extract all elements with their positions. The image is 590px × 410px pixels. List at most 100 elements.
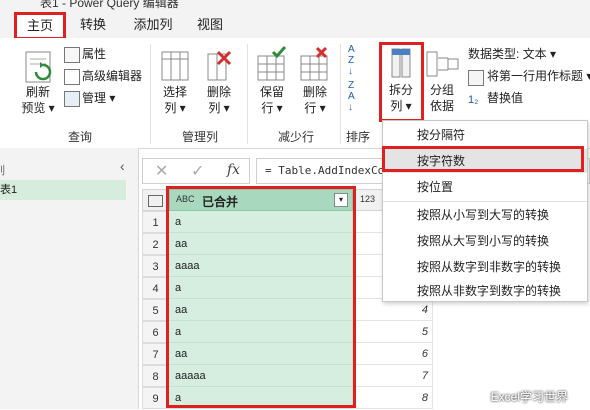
- index-cell[interactable]: 7: [353, 365, 433, 387]
- remove-columns-label-1: 删除: [206, 85, 231, 99]
- text-type-icon[interactable]: ABC: [176, 194, 195, 204]
- keep-rows-button[interactable]: 保留 行 ▾: [252, 84, 292, 116]
- merged-cell[interactable]: aa: [169, 299, 353, 321]
- group-label-reduce-rows: 减少行: [277, 130, 314, 144]
- row-number[interactable]: 9: [142, 387, 169, 409]
- choose-columns-label-2: 列 ▾: [164, 101, 186, 115]
- tab-view[interactable]: 视图: [190, 14, 230, 36]
- sort-ascending-icon[interactable]: A Z ↓: [348, 44, 355, 77]
- properties-button[interactable]: 属性: [82, 45, 106, 63]
- split-column-menu: 按分隔符 按字符数 按位置 按照从小写到大写的转换 按照从大写到小写的转换 按照…: [382, 120, 588, 302]
- ribbon-separator: [150, 44, 151, 144]
- menu-item-lower-to-upper[interactable]: 按照从小写到大写的转换: [383, 203, 587, 227]
- group-by-icon: [426, 51, 459, 77]
- row-number[interactable]: 1: [142, 211, 169, 233]
- row-number[interactable]: 8: [142, 365, 169, 387]
- title-bar: 表1 - Power Query 编辑器: [0, 0, 590, 10]
- queries-pane-edge: 列: [0, 162, 5, 178]
- manage-icon: [64, 91, 80, 107]
- row-number[interactable]: 6: [142, 321, 169, 343]
- grid-corner[interactable]: [142, 189, 169, 211]
- index-cell[interactable]: 6: [353, 343, 433, 365]
- remove-rows-button[interactable]: 删除 行 ▾: [295, 84, 335, 116]
- remove-columns-icon: [207, 50, 232, 81]
- index-cell[interactable]: 8: [353, 387, 433, 409]
- use-first-row-as-headers-button[interactable]: 将第一行用作标题 ▾: [487, 67, 590, 85]
- menu-item-nondigit-to-digit[interactable]: 按照从非数字到数字的转换: [383, 281, 587, 301]
- remove-rows-label-2: 行 ▾: [304, 101, 326, 115]
- refresh-preview-button[interactable]: 刷新 预览 ▾: [16, 84, 60, 116]
- merged-cell[interactable]: aa: [169, 233, 353, 255]
- menu-item-upper-to-lower[interactable]: 按照从大写到小写的转换: [383, 229, 587, 253]
- choose-columns-button[interactable]: 选择 列 ▾: [155, 84, 195, 116]
- sort-descending-icon[interactable]: Z A ↓: [348, 80, 355, 113]
- menu-item-digit-to-nondigit[interactable]: 按照从数字到非数字的转换: [383, 255, 587, 279]
- column-filter-icon[interactable]: ▾: [334, 193, 348, 207]
- menu-divider: [383, 201, 587, 202]
- cancel-formula-icon[interactable]: ✕: [155, 161, 168, 181]
- first-row-header-icon: [468, 70, 484, 86]
- remove-rows-icon: [300, 46, 328, 81]
- table-icon: [148, 195, 163, 207]
- merged-cell[interactable]: a: [169, 387, 353, 409]
- queries-pane: ‹ 列 表1: [0, 148, 139, 409]
- split-column-label-2: 列 ▾: [390, 99, 412, 113]
- refresh-label-1: 刷新: [25, 85, 50, 99]
- merged-cell[interactable]: aa: [169, 343, 353, 365]
- tab-add-column[interactable]: 添加列: [124, 14, 182, 36]
- remove-columns-label-2: 列 ▾: [208, 101, 230, 115]
- group-by-button[interactable]: 分组 依据: [424, 82, 460, 114]
- keep-rows-label-1: 保留: [259, 85, 284, 99]
- group-label-query: 查询: [67, 130, 92, 144]
- commit-formula-icon[interactable]: ✓: [191, 161, 204, 181]
- row-number[interactable]: 2: [142, 233, 169, 255]
- row-number[interactable]: 4: [142, 277, 169, 299]
- data-type-dropdown[interactable]: 数据类型: 文本 ▾: [468, 45, 556, 63]
- group-by-label-2: 依据: [429, 99, 454, 113]
- properties-icon: [64, 47, 80, 63]
- group-by-label-1: 分组: [429, 83, 454, 97]
- row-number[interactable]: 5: [142, 299, 169, 321]
- ribbon-tabs: 主页 转换 添加列 视图: [0, 10, 590, 38]
- fx-icon[interactable]: fx: [227, 162, 240, 178]
- split-column-icon: [391, 48, 411, 78]
- group-label-sort: 排序: [345, 130, 370, 144]
- index-cell[interactable]: 4: [353, 299, 433, 321]
- replace-values-icon: 1₂: [468, 94, 479, 106]
- window-title: 表1 - Power Query 编辑器: [40, 0, 179, 10]
- tab-home[interactable]: 主页: [14, 14, 66, 37]
- menu-item-by-delimiter[interactable]: 按分隔符: [383, 123, 587, 147]
- split-column-label-1: 拆分: [388, 83, 413, 97]
- menu-item-by-number-of-characters[interactable]: 按字符数: [383, 149, 587, 173]
- merged-cell[interactable]: a: [169, 321, 353, 343]
- keep-rows-icon: [257, 46, 287, 81]
- collapse-pane-chevron-icon[interactable]: ‹: [120, 158, 125, 174]
- group-label-manage-columns: 管理列: [181, 130, 218, 144]
- column-header-label: 已合并: [202, 195, 239, 209]
- choose-columns-icon: [161, 51, 189, 81]
- formula-controls: ✕ ✓ fx: [142, 158, 250, 184]
- query-item[interactable]: 表1: [0, 180, 126, 200]
- advanced-editor-icon: [64, 69, 80, 85]
- merged-cell[interactable]: a: [169, 277, 353, 299]
- merged-cell[interactable]: a: [169, 211, 353, 233]
- manage-button[interactable]: 管理 ▾: [82, 89, 115, 107]
- merged-cell[interactable]: aaaa: [169, 255, 353, 277]
- column-header-merged[interactable]: ABC 已合并 ▾: [169, 189, 353, 211]
- replace-values-button[interactable]: 替换值: [487, 89, 523, 107]
- row-number[interactable]: 7: [142, 343, 169, 365]
- watermark: Excel学习世界: [490, 390, 568, 404]
- split-column-button[interactable]: 拆分 列 ▾: [383, 82, 419, 114]
- tab-transform[interactable]: 转换: [70, 14, 116, 36]
- advanced-editor-button[interactable]: 高级编辑器: [82, 67, 142, 85]
- number-type-icon[interactable]: 123: [360, 194, 375, 204]
- menu-item-by-positions[interactable]: 按位置: [383, 175, 587, 199]
- row-number[interactable]: 3: [142, 255, 169, 277]
- remove-columns-button[interactable]: 删除 列 ▾: [199, 84, 239, 116]
- index-cell[interactable]: 5: [353, 321, 433, 343]
- remove-rows-label-1: 删除: [302, 85, 327, 99]
- keep-rows-label-2: 行 ▾: [261, 101, 283, 115]
- choose-columns-label-1: 选择: [162, 85, 187, 99]
- refresh-label-2: 预览 ▾: [21, 101, 55, 115]
- merged-cell[interactable]: aaaaa: [169, 365, 353, 387]
